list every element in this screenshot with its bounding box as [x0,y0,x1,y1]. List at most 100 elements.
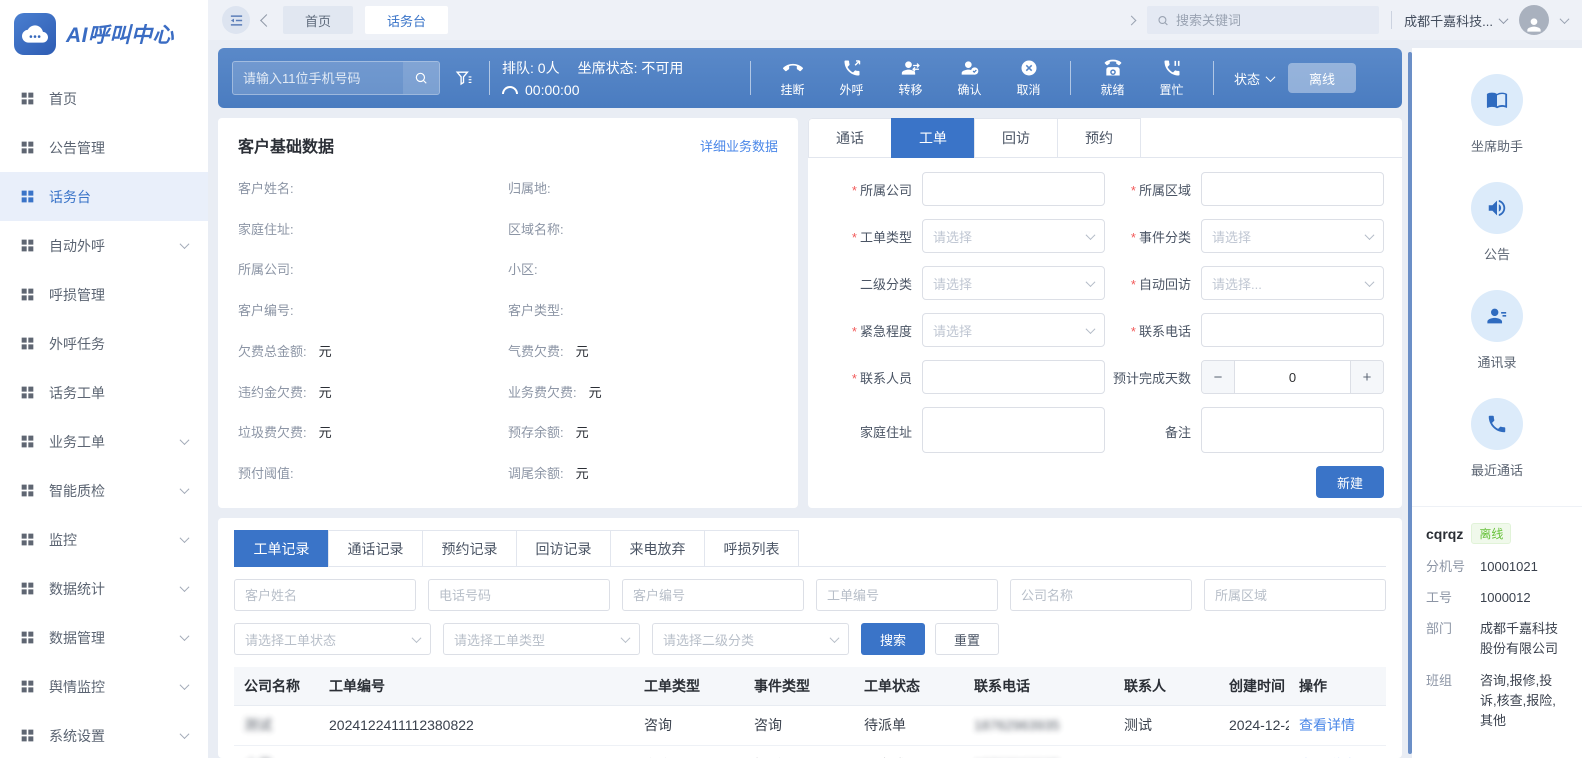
user-menu-chevron-icon[interactable] [1559,13,1570,24]
view-detail-link[interactable]: 查看详情 [1299,717,1355,733]
chevron-down-icon [179,533,190,544]
order-no-cell: 2024121813205762613 [319,745,634,758]
filter-customer-no-input[interactable] [622,579,804,611]
forward-chevron-icon[interactable] [1126,15,1137,25]
book-icon [1470,74,1523,126]
busy-phone-icon [1164,60,1179,76]
sidebar-item-monitor[interactable]: 监控 [0,515,208,564]
reset-button[interactable]: 重置 [935,623,999,655]
event-type-select[interactable]: 请选择 [1201,219,1384,253]
tool-contacts[interactable]: 通讯录 [1471,290,1523,371]
dial-search-button[interactable] [403,62,439,94]
field-tail-balance: 调尾余额: 元 [508,466,589,482]
confirm-button[interactable]: 确认 [940,58,999,98]
avatar[interactable] [1519,5,1549,35]
scrollbar[interactable] [1408,52,1412,754]
hangup-button[interactable]: 挂断 [763,58,822,98]
sidebar-item-qc[interactable]: 智能质检 [0,466,208,515]
filter-phone-input[interactable] [428,579,610,611]
field-owning-region: * 所属区域 [1105,172,1384,206]
sidebar-item-settings[interactable]: 系统设置 [0,711,208,758]
filter-order-type-select[interactable]: 请选择工单类型 [443,623,640,655]
tool-agent-assistant[interactable]: 坐席助手 [1470,74,1523,155]
tab-order-records[interactable]: 工单记录 [234,530,329,567]
required-mark: * [851,323,857,339]
status-dropdown[interactable]: 状态 [1234,69,1276,88]
divider [1391,11,1393,29]
owning-region-input[interactable] [1201,172,1384,206]
sidebar-item-console[interactable]: 话务台 [0,172,208,221]
right-sidebar: 坐席助手 公告 通讯录 最近通话 cqrqz 离线 分机号 10001021 工… [1412,48,1582,758]
filter-customer-name-input[interactable] [234,579,416,611]
tab-callback-records[interactable]: 回访记录 [516,530,611,567]
sidebar-item-auto-outbound[interactable]: 自动外呼 [0,221,208,270]
offline-button[interactable]: 离线 [1288,63,1357,93]
order-records-table: 公司名称 工单编号 工单类型 事件类型 工单状态 联系电话 联系人 创建时间 操… [234,667,1386,758]
create-order-button[interactable]: 新建 [1315,466,1384,498]
tool-announcements[interactable]: 公告 [1471,182,1523,263]
field-business-arrears: 业务费欠费: 元 [508,384,602,400]
sidebar-item-business-orders[interactable]: 业务工单 [0,417,208,466]
stepper-plus-button[interactable]: + [1350,361,1383,393]
global-search[interactable] [1147,6,1380,34]
sidebar-item-call-loss[interactable]: 呼损管理 [0,270,208,319]
sidebar-item-home[interactable]: 首页 [0,74,208,123]
filter-order-status-select[interactable]: 请选择工单状态 [234,623,431,655]
owning-company-input[interactable] [922,172,1105,206]
tab-abandoned-calls[interactable]: 来电放弃 [610,530,705,567]
address-textarea[interactable] [922,407,1105,453]
grid-icon [21,484,34,497]
chevron-down-icon [829,632,840,643]
global-search-input[interactable] [1176,12,1370,28]
tab-console[interactable]: 话务台 [365,6,449,34]
auto-visit-select[interactable]: 请选择... [1201,266,1384,300]
company-selector[interactable]: 成都千嘉科技... [1404,11,1509,30]
filter-region-input[interactable] [1204,579,1386,611]
work-order-tabs: 通话 工单 回访 预约 [808,118,1402,158]
chevron-down-icon [179,582,190,593]
filter-order-no-input[interactable] [816,579,998,611]
sidebar-item-data-management[interactable]: 数据管理 [0,613,208,662]
phone-number-input[interactable] [233,62,403,94]
sidebar-item-statistics[interactable]: 数据统计 [0,564,208,613]
contact-person-input[interactable] [922,360,1105,394]
stepper-minus-button[interactable]: − [1202,361,1235,393]
search-button[interactable]: 搜索 [861,623,925,655]
records-tabs: 工单记录 通话记录 预约记录 回访记录 来电放弃 呼损列表 [234,530,1386,567]
tab-home[interactable]: 首页 [283,6,354,34]
tab-appointment[interactable]: 预约 [1057,118,1141,158]
filter-sub-type-select[interactable]: 请选择二级分类 [652,623,849,655]
remark-textarea[interactable] [1201,407,1384,453]
back-chevron-icon[interactable] [260,13,273,27]
tab-call-records[interactable]: 通话记录 [328,530,423,567]
contact-phone-input[interactable] [1201,313,1384,347]
ready-button[interactable]: 就绪 [1083,58,1142,98]
tab-appointment-records[interactable]: 预约记录 [422,530,517,567]
sub-type-select[interactable]: 请选择 [922,266,1105,300]
field-prestore-balance: 预存余额: 元 [508,425,589,441]
required-mark: * [1130,276,1136,292]
tab-callback[interactable]: 回访 [974,118,1058,158]
panels-row: 客户基础数据 详细业务数据 客户姓名: 家庭住址: 所属公司: 客户编号: 欠费… [218,118,1402,508]
sidebar-item-call-orders[interactable]: 话务工单 [0,368,208,417]
filter-company-input[interactable] [1010,579,1192,611]
order-type-select[interactable]: 请选择 [922,219,1105,253]
cancel-button[interactable]: 取消 [999,58,1058,98]
sidebar-item-announcements[interactable]: 公告管理 [0,123,208,172]
tab-call[interactable]: 通话 [808,118,892,158]
stepper-value[interactable]: 0 [1235,361,1350,393]
field-remark: 备注 [1105,407,1384,456]
transfer-button[interactable]: 转移 [881,58,940,98]
busy-button[interactable]: 置忙 [1142,58,1201,98]
sidebar-item-outbound-tasks[interactable]: 外呼任务 [0,319,208,368]
filter-funnel-icon[interactable] [454,69,473,88]
collapse-sidebar-button[interactable] [222,6,250,34]
tab-work-order[interactable]: 工单 [891,118,975,158]
urgency-select[interactable]: 请选择 [922,313,1105,347]
business-detail-link[interactable]: 详细业务数据 [700,136,778,155]
tool-recent-calls[interactable]: 最近通话 [1470,398,1523,479]
sidebar-item-sentiment[interactable]: 舆情监控 [0,662,208,711]
tab-call-loss-list[interactable]: 呼损列表 [704,530,799,567]
outbound-call-button[interactable]: 外呼 [822,58,881,98]
queue-count: 排队: 0人 [502,60,560,76]
